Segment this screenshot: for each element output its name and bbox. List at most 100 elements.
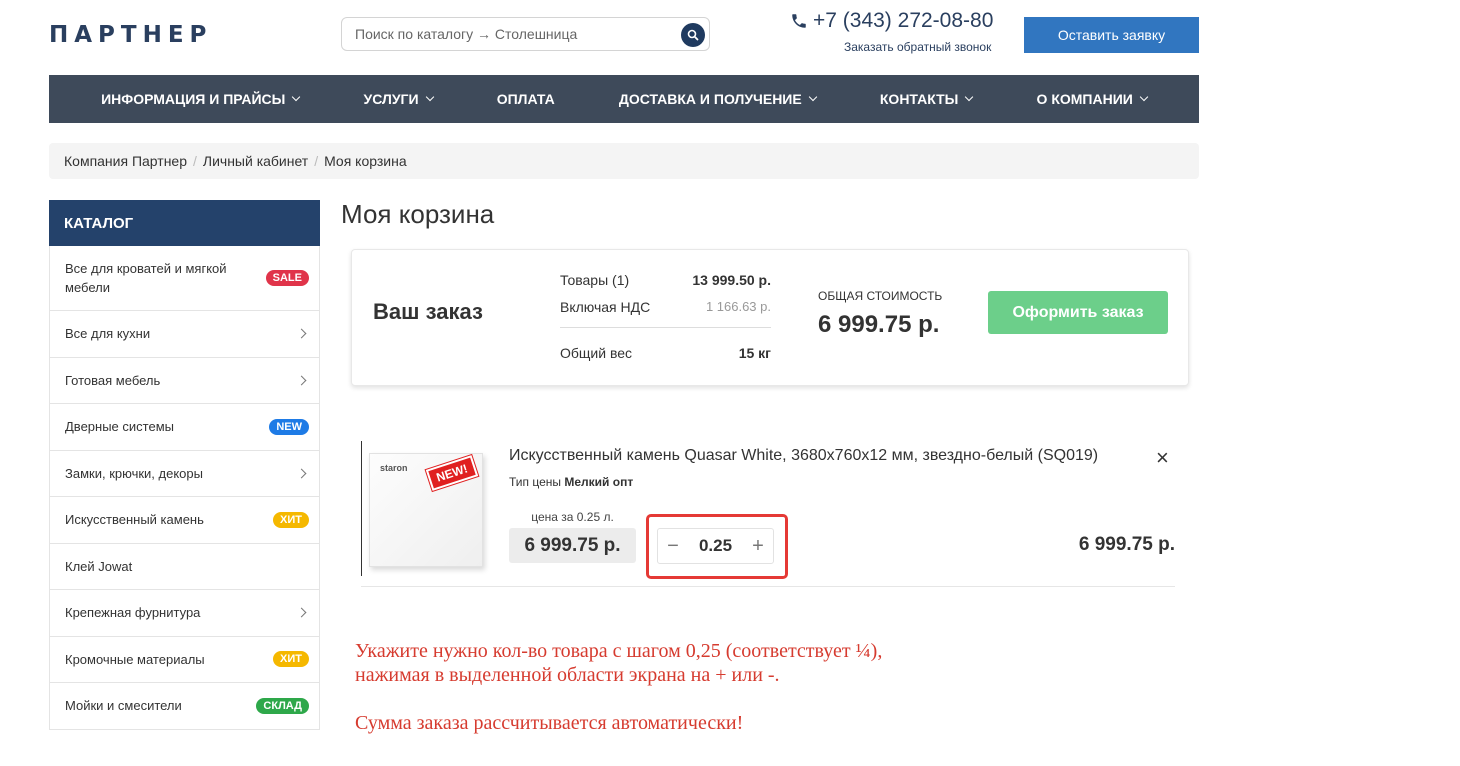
stock-badge: СКЛАД [256, 697, 309, 714]
note-line: Сумма заказа рассчитывается автоматическ… [355, 712, 744, 734]
weight-label: Общий вес [560, 345, 633, 361]
chevron-right-icon [296, 468, 307, 479]
price-type: Тип цены Мелкий опт [509, 475, 633, 489]
nav-item-contacts[interactable]: Контакты [879, 91, 974, 107]
chevron-down-icon [965, 92, 974, 102]
request-button[interactable]: Оставить заявку [1024, 17, 1199, 53]
search-button[interactable] [681, 23, 705, 47]
cart-item-divider [361, 441, 362, 576]
chevron-right-icon [296, 328, 307, 339]
line-total: 6 999.75 р. [1078, 534, 1175, 555]
sale-badge: SALE [265, 270, 309, 286]
catalog-item-glue[interactable]: Клей Jowat [49, 543, 320, 590]
chevron-down-icon [292, 92, 301, 102]
note-line: нажимая в выделенной области экрана на +… [355, 664, 780, 686]
catalog-item-locks[interactable]: Замки, крючки, декоры [49, 450, 320, 497]
catalog-item-label: Кромочные материалы [65, 651, 205, 667]
catalog-item-label: Все для кухни [65, 326, 151, 342]
weight-row: Общий вес 15 кг [560, 345, 771, 361]
phone-icon [792, 14, 806, 28]
phone-block[interactable]: +7 (343) 272-08-80 [790, 9, 993, 33]
unit-price-label: цена за 0.25 л. [531, 510, 614, 524]
catalog-item-doors[interactable]: Дверные системы NEW [49, 404, 320, 451]
breadcrumb-separator: / [193, 153, 197, 169]
nav-item-about[interactable]: О компании [1036, 91, 1149, 107]
new-badge: NEW [269, 418, 309, 435]
catalog-list: Все для кроватей и мягкой мебели SALE Вс… [49, 246, 320, 730]
quantity-increase-button[interactable]: + [748, 536, 768, 556]
logo[interactable]: ПАРТНЕР [49, 22, 212, 48]
chevron-down-icon [808, 92, 817, 102]
vat-value: 1 166.63 р. [705, 299, 771, 314]
nav-label: Услуги [363, 91, 419, 107]
catalog-item-label: Все для кроватей и мягкой мебели [65, 261, 227, 295]
nav-item-info[interactable]: Информация и прайсы [101, 91, 301, 107]
catalog-title: Каталог [49, 200, 320, 246]
breadcrumb-current: Моя корзина [324, 153, 407, 169]
catalog-item-label: Клей Jowat [65, 558, 133, 574]
items-label: Товары (1) [560, 272, 630, 288]
nav-label: Информация и прайсы [101, 91, 286, 107]
main-nav: Информация и прайсы Услуги Оплата Достав… [49, 75, 1199, 123]
product-brand: staron [380, 463, 408, 473]
catalog-item-kitchen[interactable]: Все для кухни [49, 311, 320, 358]
product-name[interactable]: Искусственный камень Quasar White, 3680x… [509, 447, 1098, 465]
nav-label: Доставка и получение [618, 91, 802, 107]
nav-label: О компании [1036, 91, 1133, 107]
search-box [341, 17, 710, 51]
quantity-input[interactable] [690, 536, 741, 556]
catalog-item-label: Готовая мебель [65, 372, 161, 388]
chevron-right-icon [296, 607, 307, 618]
order-summary: Ваш заказ Товары (1) 13 999.50 р. Включа… [351, 249, 1189, 386]
weight-value: 15 кг [738, 345, 771, 361]
price-type-value: Мелкий опт [564, 475, 634, 489]
catalog-item-label: Искусственный камень [65, 512, 204, 528]
catalog-item-label: Замки, крючки, декоры [65, 465, 203, 481]
items-value: 13 999.50 р. [692, 272, 771, 288]
catalog-item-edges[interactable]: Кромочные материалы ХИТ [49, 636, 320, 683]
breadcrumb: Компания Партнер / Личный кабинет / Моя … [49, 143, 1199, 179]
nav-item-delivery[interactable]: Доставка и получение [618, 91, 817, 107]
search-icon [687, 29, 699, 41]
breadcrumb-separator: / [314, 153, 319, 169]
catalog-item-label: Мойки и смесители [65, 698, 182, 714]
unit-price: 6 999.75 р. [509, 528, 636, 563]
note-line: Укажите нужно кол-во товара с шагом 0,25… [355, 640, 883, 662]
search-input[interactable] [342, 18, 662, 50]
cart-item: staron NEW! Искусственный камень Quasar … [361, 441, 1175, 587]
chevron-down-icon [425, 92, 434, 102]
total-value: 6 999.75 р. [818, 311, 940, 338]
order-title: Ваш заказ [373, 299, 483, 324]
vat-row: Включая НДС 1 166.63 р. [560, 299, 771, 315]
callback-link[interactable]: Заказать обратный звонок [844, 40, 991, 54]
hit-badge: ХИТ [273, 511, 309, 528]
close-icon: × [1156, 445, 1169, 470]
price-type-label: Тип цены [509, 475, 562, 489]
hit-badge: ХИТ [273, 651, 309, 668]
product-image[interactable]: staron NEW! [369, 453, 483, 567]
breadcrumb-account[interactable]: Личный кабинет [203, 153, 308, 169]
nav-item-payment[interactable]: Оплата [497, 91, 555, 107]
phone-number[interactable]: +7 (343) 272-08-80 [813, 9, 993, 33]
catalog-item-label: Дверные системы [65, 419, 174, 435]
remove-item-button[interactable]: × [1156, 447, 1169, 469]
note-spacer [355, 687, 882, 711]
nav-label: Контакты [879, 91, 959, 107]
breadcrumb-home[interactable]: Компания Партнер [64, 153, 187, 169]
quantity-stepper: − + [657, 528, 774, 564]
instruction-note: Укажите нужно кол-во товара с шагом 0,25… [355, 639, 882, 735]
new-product-badge: NEW! [425, 455, 479, 491]
nav-label: Оплата [496, 91, 555, 107]
nav-item-services[interactable]: Услуги [363, 91, 434, 107]
catalog-item-sinks[interactable]: Мойки и смесители СКЛАД [49, 683, 320, 730]
catalog-item-furniture[interactable]: Готовая мебель [49, 357, 320, 404]
catalog-item-label: Крепежная фурнитура [65, 605, 201, 621]
chevron-right-icon [296, 375, 307, 386]
summary-divider [560, 327, 771, 328]
catalog-item-stone[interactable]: Искусственный камень ХИТ [49, 497, 320, 544]
catalog-item-fasteners[interactable]: Крепежная фурнитура [49, 590, 320, 637]
quantity-decrease-button[interactable]: − [663, 536, 683, 556]
checkout-button[interactable]: Оформить заказ [988, 291, 1168, 334]
items-row: Товары (1) 13 999.50 р. [560, 272, 771, 288]
catalog-item-beds[interactable]: Все для кроватей и мягкой мебели SALE [49, 246, 320, 311]
